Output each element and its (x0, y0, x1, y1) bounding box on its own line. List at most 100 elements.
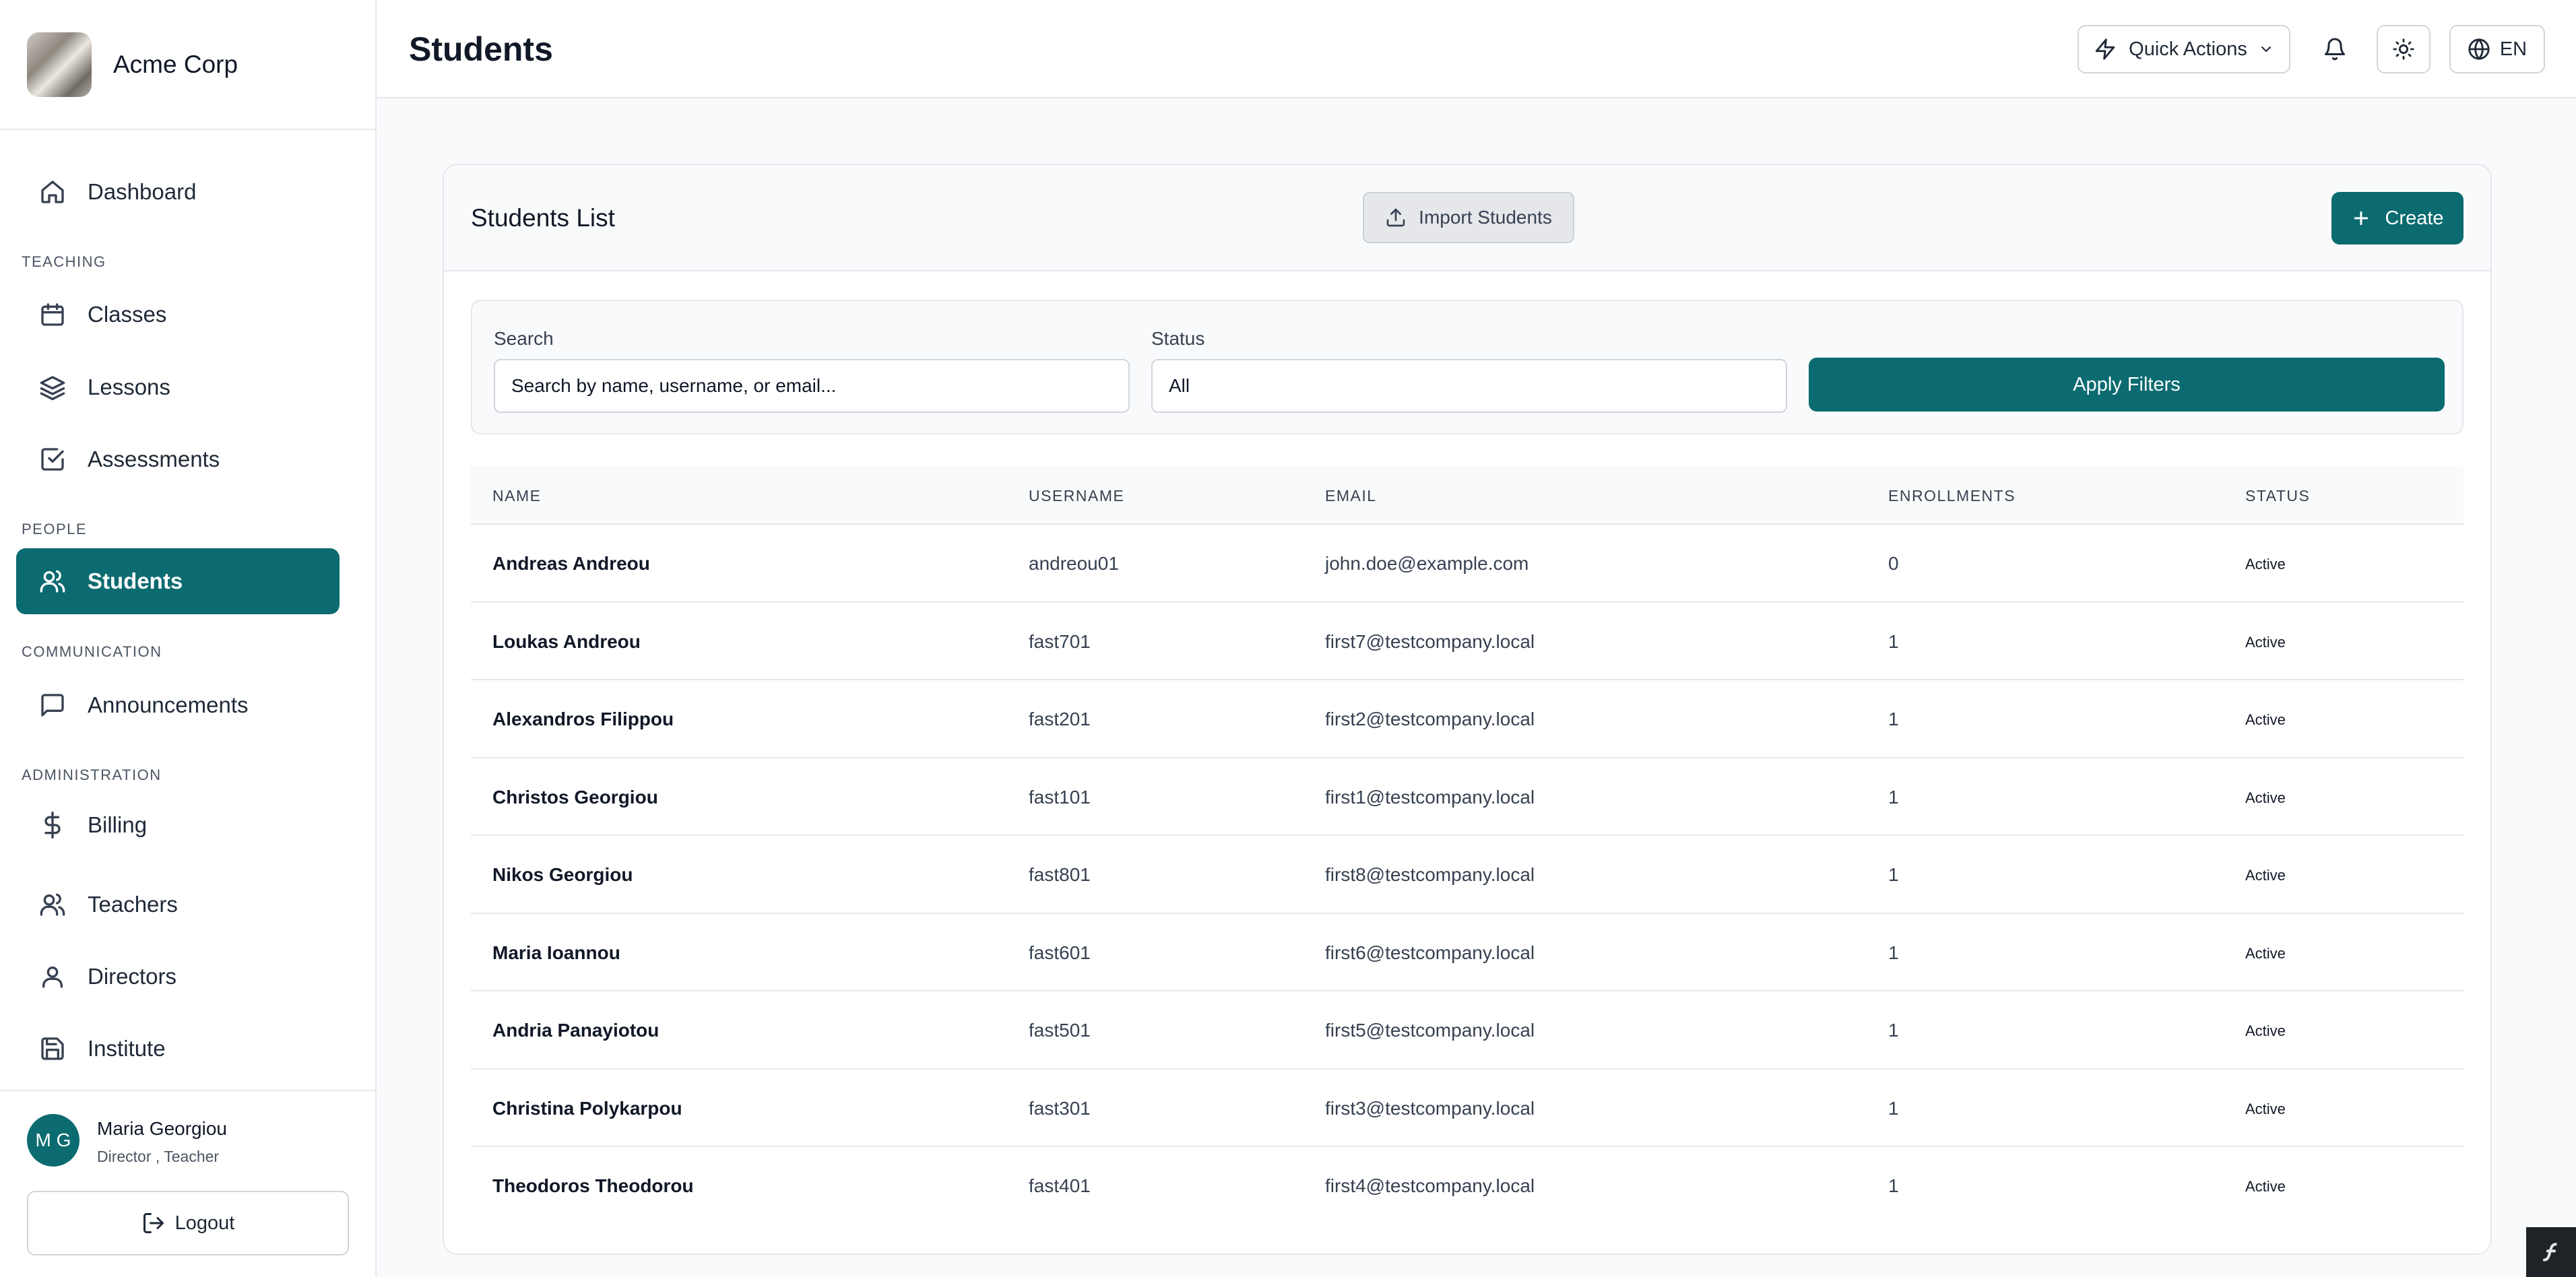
sidebar-item-dashboard[interactable]: Dashboard (16, 159, 340, 225)
sidebar-item-label: Classes (88, 302, 167, 327)
cell-email: first8@testcompany.local (1325, 864, 1535, 885)
table-row[interactable]: Christina Polykarpou fast301 first3@test… (471, 1070, 2464, 1147)
cell-username: fast101 (1029, 786, 1091, 808)
students-card: Students List Import Students Create Sea… (443, 164, 2492, 1255)
status-badge: Active (2245, 789, 2286, 806)
user-icon (38, 962, 67, 991)
sidebar: Acme Corp Dashboard TEACHING Classes Les… (0, 0, 377, 1277)
theme-toggle-button[interactable] (2377, 25, 2430, 73)
avatar: M G (27, 1114, 79, 1167)
cell-email: first5@testcompany.local (1325, 1020, 1535, 1041)
cell-username: fast201 (1029, 709, 1091, 729)
brand-logo (27, 32, 92, 97)
user-name: Maria Georgiou (97, 1118, 227, 1139)
cell-enrollments: 1 (1888, 786, 1899, 808)
sidebar-item-label: Dashboard (88, 179, 197, 204)
bell-icon (2325, 38, 2345, 61)
cell-enrollments: 1 (1888, 1175, 1899, 1196)
section-label-administration: ADMINISTRATION (22, 766, 162, 783)
logout-button[interactable]: Logout (27, 1191, 349, 1255)
table-row[interactable]: Andreas Andreou andreou01 john.doe@examp… (471, 525, 2464, 603)
cell-enrollments: 1 (1888, 942, 1899, 963)
page-title: Students (409, 30, 553, 68)
quick-actions-button[interactable]: Quick Actions (2078, 25, 2290, 73)
cell-username: fast401 (1029, 1175, 1091, 1196)
status-badge: Active (2245, 867, 2286, 884)
table-row[interactable]: Andria Panayiotou fast501 first5@testcom… (471, 991, 2464, 1070)
dollar-icon (38, 810, 67, 840)
status-label: Status (1151, 328, 1205, 349)
save-icon (38, 1034, 67, 1063)
sidebar-item-lessons[interactable]: Lessons (16, 354, 340, 420)
search-input[interactable] (494, 359, 1130, 413)
column-header-email[interactable]: EMAIL (1325, 487, 1377, 505)
status-select[interactable]: All (1151, 359, 1787, 413)
debug-toolbar-icon[interactable] (2526, 1227, 2576, 1277)
sidebar-item-announcements[interactable]: Announcements (16, 672, 340, 738)
column-header-username[interactable]: USERNAME (1029, 487, 1124, 505)
card-title: Students List (471, 204, 615, 232)
cell-name: Nikos Georgiou (492, 864, 633, 885)
table-row[interactable]: Nikos Georgiou fast801 first8@testcompan… (471, 836, 2464, 914)
checkbox-icon (38, 445, 67, 474)
import-students-label: Import Students (1419, 207, 1552, 228)
sidebar-item-assessments[interactable]: Assessments (16, 426, 340, 492)
apply-filters-button[interactable]: Apply Filters (1809, 358, 2445, 412)
cell-enrollments: 1 (1888, 630, 1899, 652)
cell-email: first2@testcompany.local (1325, 709, 1535, 729)
notifications-button[interactable] (2319, 34, 2350, 65)
cell-name: Andreas Andreou (492, 553, 650, 574)
upload-icon (1386, 208, 1405, 227)
column-header-enrollments[interactable]: ENROLLMENTS (1888, 487, 2016, 505)
sidebar-item-label: Billing (88, 812, 148, 837)
message-square-icon (38, 690, 67, 720)
calendar-icon (38, 300, 67, 329)
import-students-button[interactable]: Import Students (1363, 192, 1574, 243)
globe-icon (2468, 38, 2490, 60)
table-row[interactable]: Theodoros Theodorou fast401 first4@testc… (471, 1147, 2464, 1225)
cell-name: Alexandros Filippou (492, 709, 674, 729)
sidebar-item-label: Directors (88, 964, 177, 989)
sidebar-item-label: Announcements (88, 692, 249, 717)
table-row[interactable]: Maria Ioannou fast601 first6@testcompany… (471, 914, 2464, 991)
cell-name: Christos Georgiou (492, 786, 658, 808)
cell-name: Theodoros Theodorou (492, 1175, 694, 1196)
filters-panel: Search Status All Apply Filters (471, 300, 2464, 434)
cell-username: fast801 (1029, 864, 1091, 885)
students-table: NAME USERNAME EMAIL ENROLLMENTS STATUS A… (471, 465, 2464, 1225)
sidebar-item-directors[interactable]: Directors (16, 944, 340, 1010)
users-icon (38, 890, 67, 919)
cell-username: fast301 (1029, 1097, 1091, 1119)
language-button[interactable]: EN (2449, 25, 2545, 73)
table-row[interactable]: Alexandros Filippou fast201 first2@testc… (471, 680, 2464, 758)
user-panel: M G Maria Georgiou Director , Teacher Lo… (0, 1090, 375, 1277)
sidebar-item-label: Students (88, 568, 183, 593)
sidebar-item-students[interactable]: Students (16, 548, 340, 614)
section-label-teaching: TEACHING (22, 253, 106, 270)
cell-email: john.doe@example.com (1325, 553, 1529, 574)
sidebar-item-billing[interactable]: Billing (16, 792, 340, 858)
sun-icon (2393, 38, 2414, 60)
create-button[interactable]: Create (2331, 192, 2464, 244)
sidebar-item-teachers[interactable]: Teachers (16, 872, 340, 938)
cell-username: fast701 (1029, 630, 1091, 652)
status-badge: Active (2245, 633, 2286, 651)
create-label: Create (2385, 207, 2444, 229)
section-label-people: PEOPLE (22, 521, 88, 537)
column-header-name[interactable]: NAME (492, 487, 541, 505)
table-row[interactable]: Christos Georgiou fast101 first1@testcom… (471, 758, 2464, 836)
status-badge: Active (2245, 1022, 2286, 1039)
sidebar-item-institute[interactable]: Institute (16, 1016, 340, 1082)
search-label: Search (494, 328, 554, 349)
cell-enrollments: 1 (1888, 1020, 1899, 1041)
cell-username: fast501 (1029, 1020, 1091, 1041)
sidebar-item-classes[interactable]: Classes (16, 282, 340, 348)
cell-email: first3@testcompany.local (1325, 1097, 1535, 1119)
cell-enrollments: 1 (1888, 864, 1899, 885)
status-badge: Active (2245, 1178, 2286, 1195)
column-header-status[interactable]: STATUS (2245, 487, 2310, 505)
sidebar-item-label: Institute (88, 1036, 166, 1061)
cell-enrollments: 0 (1888, 553, 1899, 574)
chevron-down-icon (2261, 46, 2271, 52)
table-row[interactable]: Loukas Andreou fast701 first7@testcompan… (471, 603, 2464, 680)
